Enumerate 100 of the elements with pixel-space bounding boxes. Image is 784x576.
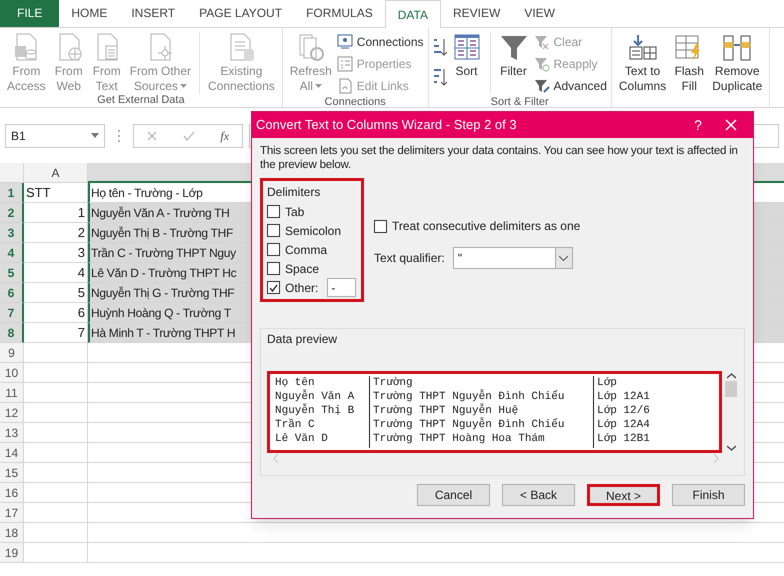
preview-cell-text: Trường THPT Nguyễn Đình Chiểu <box>373 390 566 404</box>
name-box[interactable]: B1 <box>5 124 105 148</box>
ribbon-button[interactable]: Filter <box>496 32 532 79</box>
column-header[interactable]: A <box>24 163 88 183</box>
table-cell[interactable] <box>24 423 88 443</box>
group-label: Data preview <box>267 331 338 347</box>
row-header[interactable]: 17 <box>0 503 24 523</box>
connections-icon <box>336 34 353 50</box>
table-cell[interactable] <box>24 463 88 483</box>
sort-descending-icon[interactable] <box>432 66 446 88</box>
row-header[interactable]: 11 <box>0 383 24 403</box>
table-cell[interactable] <box>24 523 88 543</box>
row-header[interactable]: 10 <box>0 363 24 383</box>
table-cell[interactable]: Huỳnh Hoàng Q - Trường T <box>88 303 251 323</box>
ribbon-tab[interactable]: FORMULAS <box>294 0 385 27</box>
ribbon-tab[interactable]: VIEW <box>512 0 567 27</box>
preview-cell-text: Họ tên <box>275 376 316 390</box>
table-cell[interactable]: Trần C - Trường THPT Nguy <box>88 243 251 263</box>
check-icon <box>182 130 195 140</box>
ribbon-button[interactable]: Sort <box>448 32 484 79</box>
table-cell[interactable]: Nguyễn Thị B - Trường THF <box>88 223 251 243</box>
insert-function-button[interactable]: fx <box>220 126 230 144</box>
scrollbar[interactable] <box>724 371 738 453</box>
checkbox-label: Space <box>285 260 320 278</box>
table-cell[interactable] <box>24 383 88 403</box>
field-label: Text qualifier: <box>374 250 445 267</box>
ribbon-tab[interactable]: PAGE LAYOUT <box>187 0 294 27</box>
table-cell[interactable] <box>24 363 88 383</box>
ribbon-button[interactable]: Advanced <box>534 76 607 96</box>
row-header[interactable]: 9 <box>0 343 24 363</box>
dialog-description: This screen lets you set the delimiters your data contains. You can see how your text is affected in the preview below. <box>260 144 739 172</box>
checkbox[interactable] <box>374 220 387 232</box>
caret-icon <box>91 133 99 138</box>
sort-icon <box>452 32 482 62</box>
table-cell[interactable] <box>24 403 88 423</box>
table-cell[interactable]: Nguyễn Văn A - Trường TH <box>88 203 251 223</box>
ribbon-group-label: Sort & Filter <box>490 96 550 109</box>
chevron-left-icon <box>273 454 279 463</box>
dialog-button[interactable]: Cancel <box>417 484 490 506</box>
row-header[interactable]: 18 <box>0 523 24 543</box>
text-qualifier-dropdown[interactable]: " <box>452 247 573 269</box>
preview-cell-text: Nguyễn Văn A <box>275 390 356 404</box>
checkbox[interactable] <box>267 243 280 256</box>
checkbox[interactable] <box>267 281 280 294</box>
checkbox[interactable] <box>267 262 280 275</box>
row-header[interactable]: 2 <box>0 203 24 223</box>
chevron-down-icon <box>726 445 736 451</box>
table-cell[interactable]: Lê Văn D - Trường THPT Hc <box>88 263 251 283</box>
table-cell[interactable]: Hà Minh T - Trường THPT H <box>88 323 251 343</box>
ribbon-tab[interactable]: INSERT <box>119 0 188 27</box>
row-header[interactable]: 1 <box>0 183 24 203</box>
chevron-down-icon <box>559 256 568 260</box>
ribbon-button[interactable]: Connections <box>336 32 424 52</box>
table-cell[interactable]: Họ tên - Trường - Lớp <box>88 183 251 203</box>
sort-ascending-icon[interactable] <box>432 36 446 58</box>
row-header[interactable]: 16 <box>0 483 24 503</box>
ribbon-tab[interactable]: REVIEW <box>440 0 512 27</box>
table-cell[interactable] <box>24 443 88 463</box>
preview-cell-text: Nguyễn Thị B <box>275 404 356 418</box>
row-header[interactable]: 14 <box>0 443 24 463</box>
ribbon-button[interactable]: Remove Duplicate <box>709 32 766 94</box>
advanced-filter-icon <box>534 78 550 94</box>
ribbon-group-label: Connections <box>324 96 387 109</box>
table-cell[interactable] <box>24 483 88 503</box>
row-header[interactable]: 6 <box>0 283 24 303</box>
row-header[interactable]: 7 <box>0 303 24 323</box>
preview-cell-text: Lớp 12B1 <box>597 432 651 446</box>
checkbox[interactable] <box>267 224 280 237</box>
preview-cell-text: Trường <box>373 376 414 390</box>
ribbon-tab[interactable]: HOME <box>59 0 120 27</box>
properties-icon <box>336 56 353 72</box>
ribbon-tab[interactable]: FILE <box>0 0 60 27</box>
dialog-button[interactable]: Finish <box>672 484 745 506</box>
checkbox[interactable] <box>267 205 280 218</box>
row-header[interactable]: 19 <box>0 543 24 563</box>
dialog-button[interactable]: < Back <box>502 484 575 506</box>
edit-links-icon <box>336 78 353 94</box>
row-header[interactable]: 13 <box>0 423 24 443</box>
scroll-thumb[interactable] <box>725 381 738 397</box>
ribbon-button[interactable]: Flash Fill <box>671 32 708 94</box>
row-header[interactable]: 15 <box>0 463 24 483</box>
preview-cell-text: Trường THPT Nguyễn Đình Chiểu <box>373 418 566 432</box>
row-header[interactable]: 4 <box>0 243 24 263</box>
dialog-button[interactable]: Next > <box>587 484 660 506</box>
table-cell[interactable] <box>24 543 88 563</box>
table-cell[interactable] <box>24 503 88 523</box>
row-header[interactable]: 3 <box>0 223 24 243</box>
input-field[interactable]: - <box>327 278 356 297</box>
row-header[interactable]: 12 <box>0 403 24 423</box>
checkbox-label: Semicolon <box>285 222 342 240</box>
ribbon-button[interactable]: Text to Columns <box>616 32 670 94</box>
select-all-corner[interactable] <box>0 163 24 183</box>
ribbon-tab[interactable]: DATA <box>384 0 441 28</box>
table-cell[interactable]: Nguyễn Thị G - Trường THF <box>88 283 251 303</box>
row-header[interactable]: 8 <box>0 323 24 343</box>
row-header[interactable]: 5 <box>0 263 24 283</box>
table-cell[interactable] <box>24 343 88 363</box>
dialog-title: Convert Text to Columns Wizard - Step 2 of 3 <box>256 116 518 134</box>
ribbon-group-label: Get External Data <box>96 94 186 107</box>
help-button[interactable]: ? <box>683 114 713 136</box>
